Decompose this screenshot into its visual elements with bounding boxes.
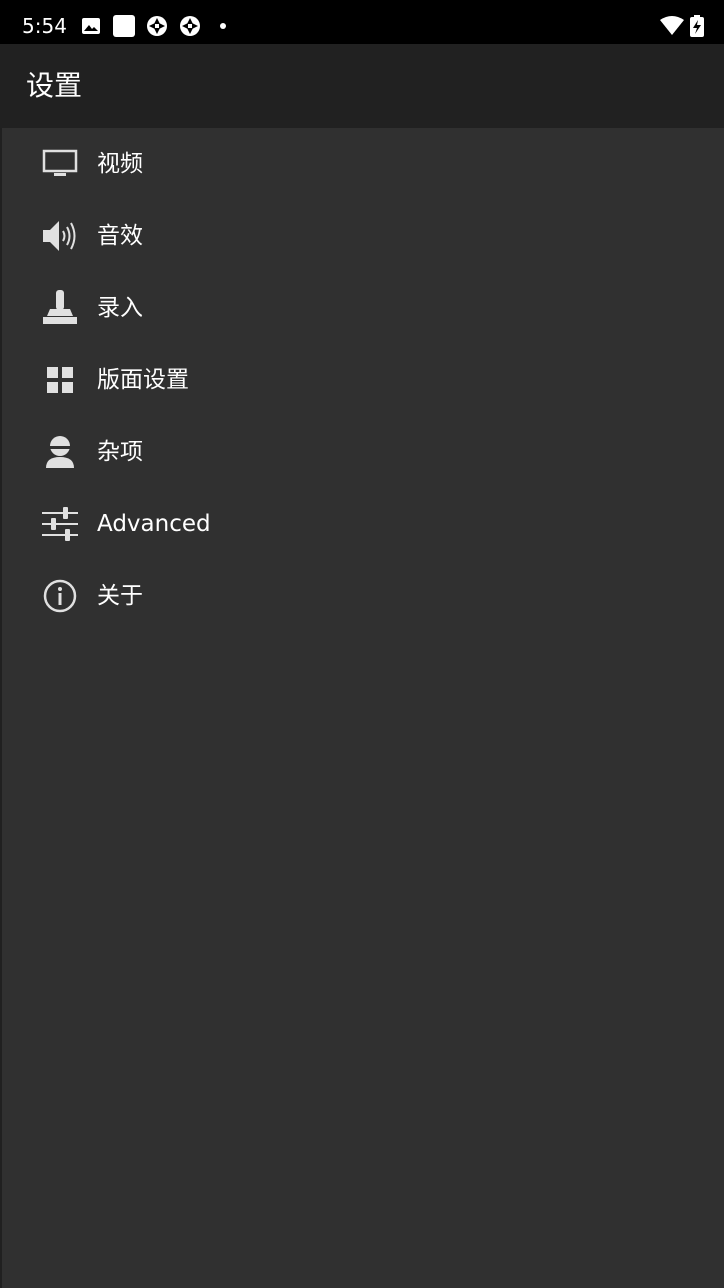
menu-item-label: 杂项: [97, 439, 143, 465]
page-title: 设置: [26, 69, 83, 102]
aperture-icon: [179, 15, 201, 37]
grid-icon: [40, 360, 80, 400]
status-bar: 5:54: [0, 0, 724, 44]
status-time: 5:54: [22, 14, 67, 38]
system-icons: [654, 14, 704, 38]
menu-item-video[interactable]: 视频: [0, 128, 724, 200]
battery-charging-icon: [690, 15, 704, 37]
menu-item-label: 视频: [97, 151, 143, 177]
notification-icons: [80, 14, 245, 38]
menu-item-advanced[interactable]: Advanced: [0, 488, 724, 560]
menu-item-label: 关于: [97, 583, 143, 609]
menu-item-input[interactable]: 录入: [0, 272, 724, 344]
menu-item-about[interactable]: 关于: [0, 560, 724, 632]
menu-item-audio[interactable]: 音效: [0, 200, 724, 272]
square-app-icon: [113, 15, 135, 37]
sliders-icon: [40, 504, 80, 544]
menu-item-label: Advanced: [97, 511, 211, 537]
monitor-icon: [40, 144, 80, 184]
menu-item-misc[interactable]: 杂项: [0, 416, 724, 488]
aperture-icon: [146, 15, 168, 37]
app-bar: 设置: [0, 44, 724, 128]
menu-item-label: 版面设置: [97, 367, 189, 393]
speaker-icon: [40, 216, 80, 256]
menu-item-label: 音效: [97, 223, 143, 249]
dot-icon: [212, 15, 234, 37]
menu-item-label: 录入: [97, 295, 143, 321]
settings-content: 视频 音效 录入 版面设置 杂项 Advanced 关于: [0, 128, 724, 1288]
image-icon: [80, 15, 102, 37]
wifi-icon: [660, 16, 684, 36]
info-icon: [40, 576, 80, 616]
edge-divider: [0, 128, 2, 1288]
joystick-icon: [40, 288, 80, 328]
menu-item-layout[interactable]: 版面设置: [0, 344, 724, 416]
person-icon: [40, 432, 80, 472]
